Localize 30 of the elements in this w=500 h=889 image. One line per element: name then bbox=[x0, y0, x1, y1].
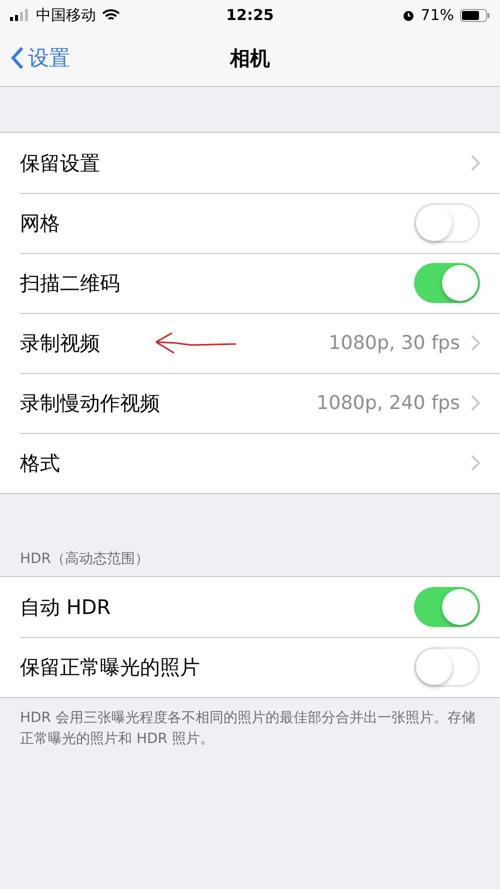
section-footer: HDR 会用三张曝光程度各不相同的照片的最佳部分合并出一张照片。存储正常曝光的照片和 HDR 照片。 bbox=[0, 698, 500, 760]
toggle-switch[interactable] bbox=[414, 263, 480, 303]
row-label: 保留正常曝光的照片 bbox=[20, 654, 201, 680]
status-time: 12:25 bbox=[226, 6, 274, 24]
chevron-icon bbox=[470, 335, 480, 351]
alarm-clock-icon bbox=[402, 8, 415, 22]
back-button[interactable]: 设置 bbox=[0, 44, 70, 72]
row-label: 网格 bbox=[20, 210, 61, 236]
signal-icon bbox=[10, 9, 30, 21]
battery-icon bbox=[460, 8, 490, 22]
row-label[interactable]: 录制慢动作视频 bbox=[20, 390, 317, 416]
wifi-icon bbox=[102, 8, 120, 22]
row-value: 1080p, 30 fps bbox=[328, 332, 460, 354]
chevron-icon bbox=[470, 395, 480, 411]
row-label: 自动 HDR bbox=[20, 594, 112, 620]
carrier-name: 中国移动 bbox=[36, 6, 96, 24]
section-header: HDR（高动态范围） bbox=[19, 550, 150, 569]
chevron-icon bbox=[470, 155, 480, 171]
toggle-switch[interactable] bbox=[414, 587, 480, 627]
row-label[interactable]: 保留设置 bbox=[20, 150, 470, 176]
toggle-switch[interactable] bbox=[414, 203, 480, 243]
toggle-switch[interactable] bbox=[414, 647, 480, 687]
chevron-icon bbox=[470, 455, 480, 471]
row-label[interactable]: 录制视频 bbox=[20, 330, 329, 356]
battery-percent: 71% bbox=[420, 6, 454, 24]
row-value: 1080p, 240 fps bbox=[316, 392, 460, 414]
row-label[interactable]: 格式 bbox=[20, 450, 470, 476]
back-chevron-icon bbox=[10, 46, 24, 70]
page-title: 相机 bbox=[230, 44, 270, 72]
row-label: 扫描二维码 bbox=[20, 270, 121, 296]
